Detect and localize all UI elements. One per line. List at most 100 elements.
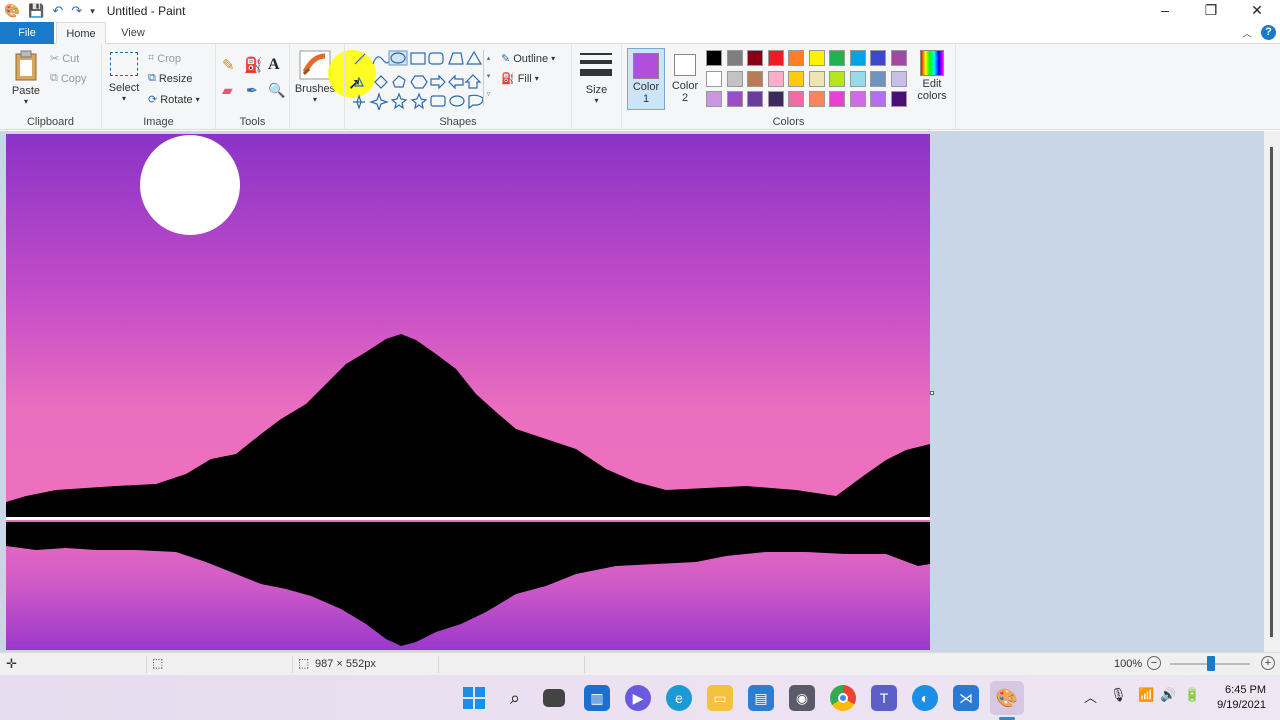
palette-swatch[interactable] [788, 70, 804, 87]
palette-swatch[interactable] [890, 91, 907, 107]
palette-swatch[interactable] [870, 50, 886, 66]
clock-time: 6:45 PM [1225, 684, 1266, 696]
horizon-line [6, 517, 930, 520]
close-button[interactable]: ✕ [1234, 0, 1280, 22]
redo-icon[interactable]: ↷ [71, 3, 82, 19]
zoom-slider-thumb[interactable] [1207, 656, 1215, 671]
canvas-resize-handle[interactable] [930, 391, 934, 395]
wifi-icon[interactable]: 📶 [1138, 687, 1154, 703]
app-icon[interactable]: ◐ [912, 685, 938, 711]
palette-swatch[interactable] [808, 50, 825, 66]
resize-icon: ⧉ [148, 72, 156, 84]
collapse-ribbon-icon[interactable]: ︿ [1242, 25, 1252, 40]
palette-swatch[interactable] [726, 91, 743, 107]
drawing-canvas[interactable] [6, 134, 930, 650]
palette-swatch[interactable] [726, 50, 743, 66]
battery-icon[interactable]: 🔋 [1184, 687, 1200, 703]
edge-icon[interactable]: e [666, 685, 692, 711]
palette-swatch[interactable] [849, 50, 866, 66]
volume-icon[interactable]: 🔊 [1160, 687, 1176, 703]
tab-file[interactable]: File [0, 22, 54, 44]
zoom-out-button[interactable]: − [1147, 656, 1161, 670]
search-icon[interactable]: ⌕ [502, 685, 528, 711]
paint-taskbar-icon[interactable]: 🎨 [990, 681, 1024, 715]
eraser-icon[interactable]: ▰ [222, 82, 233, 99]
palette-swatch[interactable] [788, 91, 804, 107]
undo-icon[interactable]: ↶ [52, 3, 63, 19]
palette-swatch[interactable] [706, 91, 722, 107]
palette-swatch[interactable] [829, 70, 845, 87]
resize-button[interactable]: ⧉ Resize [148, 72, 192, 85]
color1-button[interactable]: Color 1 [627, 48, 665, 110]
scrollbar-thumb[interactable] [1270, 147, 1273, 637]
file-explorer-icon[interactable]: ▭ [707, 685, 733, 711]
scissors-icon: ✂ [50, 53, 60, 65]
microphone-icon[interactable]: 🎙 [1110, 687, 1127, 703]
vscode-icon[interactable]: ⋊ [953, 685, 979, 711]
chrome-icon[interactable] [830, 685, 856, 711]
help-icon[interactable]: ? [1261, 25, 1276, 40]
paste-button[interactable]: Paste ▾ [8, 50, 44, 106]
palette-swatch[interactable] [829, 91, 845, 107]
show-hidden-icons-icon[interactable]: ︿ [1084, 687, 1097, 706]
palette-swatch[interactable] [788, 50, 804, 66]
palette-swatch[interactable] [767, 91, 784, 107]
palette-swatch[interactable] [849, 91, 866, 107]
outline-button[interactable]: ✎ Outline ▾ [501, 52, 555, 66]
magnifier-icon[interactable]: 🔍 [268, 82, 285, 99]
copy-button[interactable]: ⧉ Copy [50, 72, 87, 85]
select-button[interactable]: Select ▾ [108, 52, 140, 103]
customize-quick-access-icon[interactable]: ▾ [90, 6, 95, 17]
text-icon[interactable]: A [268, 56, 280, 74]
zoom-level: 100% [1114, 658, 1143, 670]
palette-swatch[interactable] [808, 70, 825, 87]
palette-swatch[interactable] [870, 70, 886, 87]
palette-swatch[interactable] [747, 50, 763, 66]
save-icon[interactable]: 💾 [28, 3, 44, 19]
edit-colors-button[interactable]: Edit colors [912, 50, 952, 102]
palette-swatch[interactable] [870, 91, 886, 107]
palette-swatch[interactable] [706, 50, 722, 66]
clock[interactable]: 6:45 PM 9/19/2021 [1217, 683, 1266, 713]
minimize-button[interactable]: – [1142, 0, 1188, 22]
maximize-button[interactable]: ❐ [1188, 0, 1234, 22]
palette-swatch[interactable] [747, 70, 763, 87]
start-button[interactable] [461, 685, 487, 711]
rotate-button[interactable]: ⟳ Rotate ▾ [148, 93, 200, 107]
clipboard-icon [15, 50, 37, 81]
widgets-icon[interactable]: ▥ [584, 685, 610, 711]
palette-swatch[interactable] [890, 70, 907, 87]
palette-swatch[interactable] [747, 91, 763, 107]
palette-swatch[interactable] [726, 70, 743, 87]
size-group[interactable]: Size ▾ [572, 44, 622, 130]
task-view-icon[interactable] [543, 689, 565, 707]
camera-icon[interactable]: ◉ [789, 685, 815, 711]
cut-button[interactable]: ✂ Cut [50, 52, 79, 66]
palette-swatch[interactable] [849, 70, 866, 87]
shapes-group: ▴ ▾ ▿ ✎ Outline ▾ ⛽ Fill ▾ Shapes [344, 44, 572, 130]
palette-swatch[interactable] [767, 50, 784, 66]
teams-icon[interactable]: T [871, 685, 897, 711]
shapes-scroll[interactable]: ▴ ▾ ▿ [483, 50, 493, 106]
fill-bucket-icon[interactable]: ⛽ [244, 56, 263, 74]
palette-swatch[interactable] [829, 50, 845, 66]
palette-swatch[interactable] [706, 70, 722, 87]
color-picker-icon[interactable]: ✒ [246, 82, 258, 99]
palette-swatch[interactable] [808, 91, 825, 107]
pencil-icon[interactable]: ✎ [222, 56, 235, 74]
line-size-icon [580, 53, 612, 76]
color2-button[interactable]: Color 2 [668, 48, 702, 110]
shapes-gallery[interactable] [349, 50, 489, 110]
tools-group-label: Tools [239, 116, 266, 128]
zoom-in-button[interactable]: + [1261, 656, 1275, 670]
chat-icon[interactable]: ▶ [625, 685, 651, 711]
vertical-scrollbar[interactable] [1264, 131, 1280, 652]
palette-swatch[interactable] [890, 50, 907, 66]
fill-button[interactable]: ⛽ Fill ▾ [501, 72, 539, 86]
crop-button[interactable]: ⌗ Crop [148, 52, 181, 65]
colors-group-label: Colors [772, 116, 805, 128]
store-icon[interactable]: ▤ [748, 685, 774, 711]
tab-home[interactable]: Home [56, 22, 106, 44]
palette-swatch[interactable] [767, 70, 784, 87]
tab-view[interactable]: View [110, 22, 156, 44]
